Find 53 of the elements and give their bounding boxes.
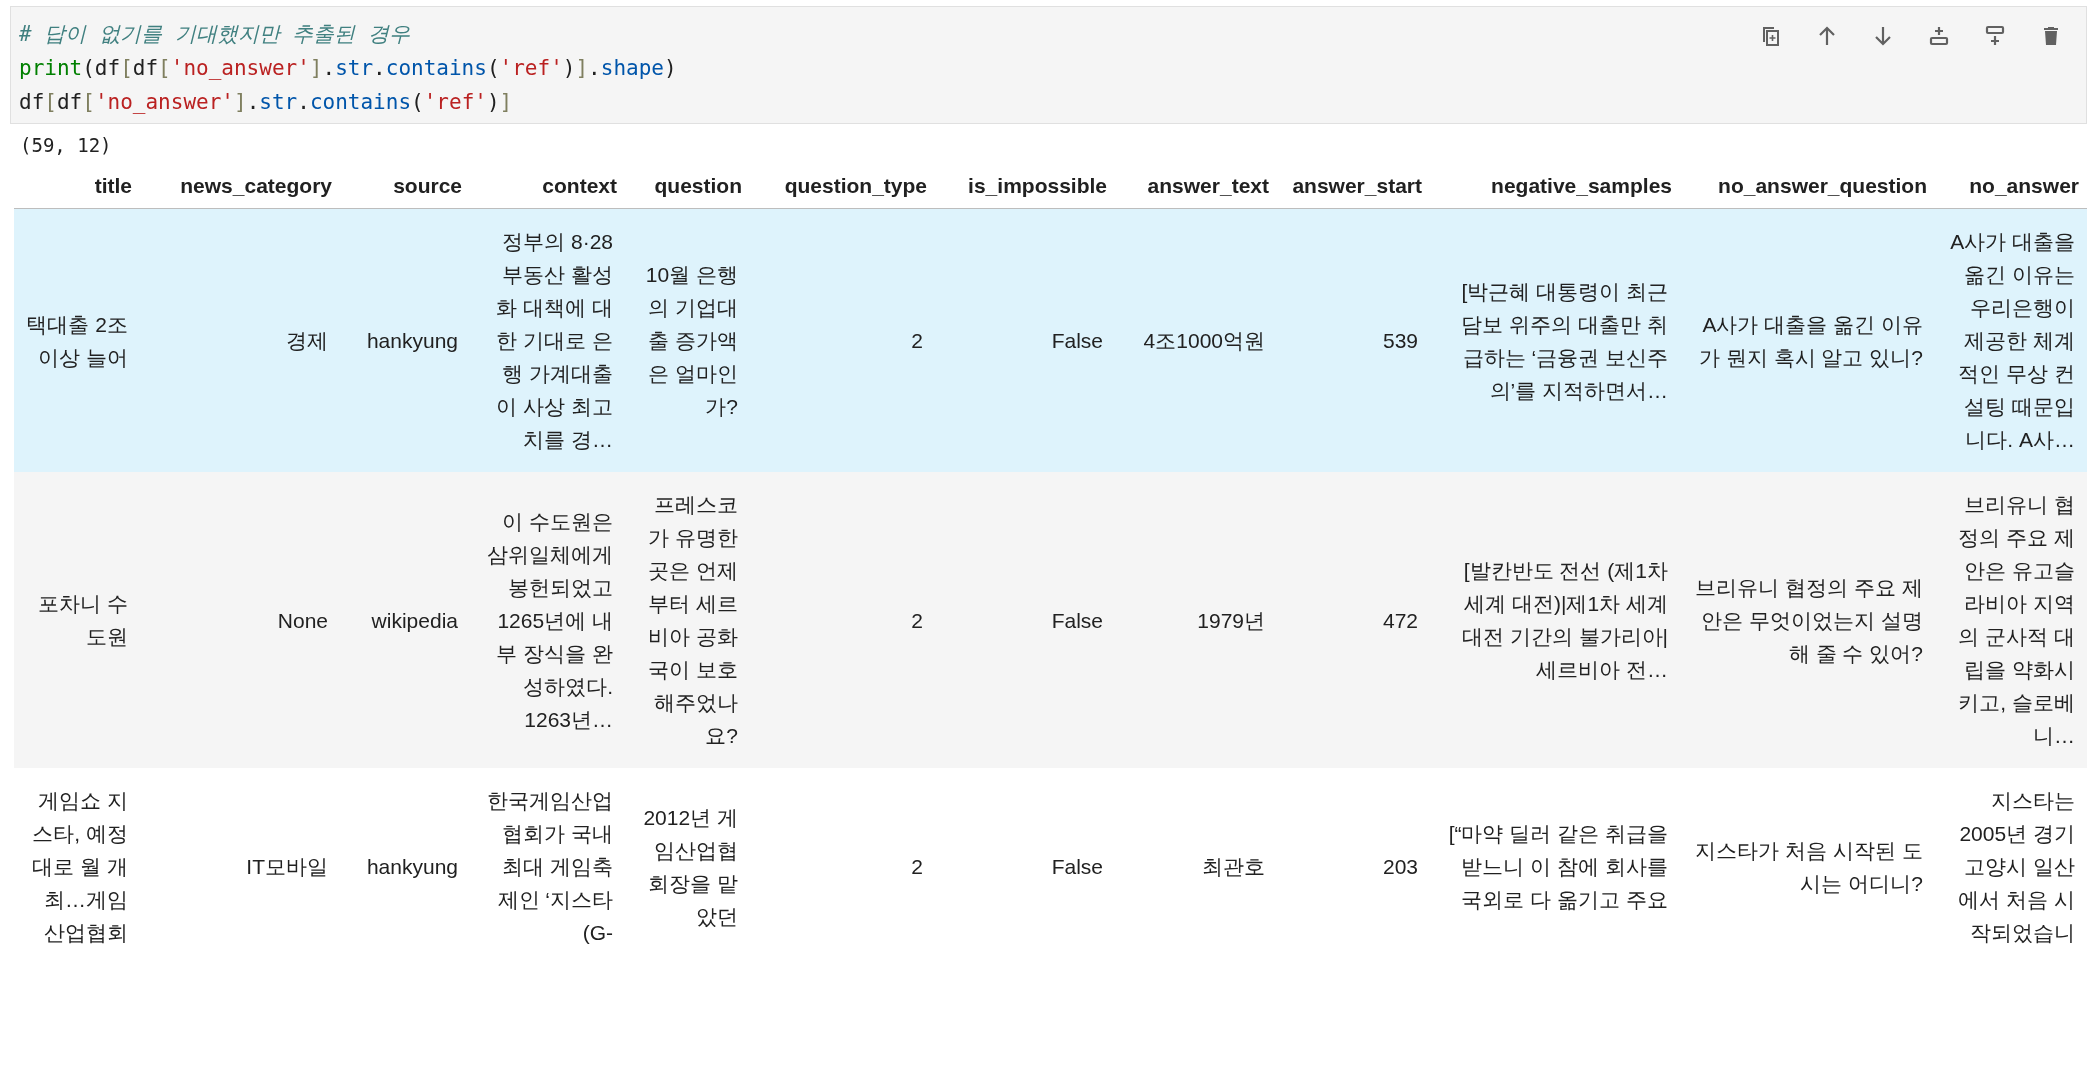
column-header: is_impossible (935, 168, 1115, 209)
table-cell: A사가 대출을 옮긴 이유가 뭔지 혹시 알고 있니? (1680, 208, 1935, 472)
table-cell: 한국게임산업협회가 국내 최대 게임축제인 ‘지스타(G- (470, 768, 625, 965)
table-cell: 지스타가 처음 시작된 도시는 어디니? (1680, 768, 1935, 965)
table-cell: 택대출 2조 이상 늘어 (14, 208, 140, 472)
table-cell: 정부의 8·28 부동산 활성화 대책에 대한 기대로 은행 가계대출이 사상 최고치를 경… (470, 208, 625, 472)
table-cell: [발칸반도 전선 (제1차 세계 대전)|제1차 세계 대전 기간의 불가리아|세르비아 전… (1430, 472, 1680, 768)
column-header: no_answer (1935, 168, 2087, 209)
table-cell: 2012년 게임산업협회장을 맡았던 (625, 768, 750, 965)
table-cell: 게임쇼 지스타, 예정대로 월 개최…게임산업협회 (14, 768, 140, 965)
table-cell: 472 (1277, 472, 1430, 768)
table-cell: False (935, 768, 1115, 965)
code-line: print(df[df['no_answer'].str.contains('ref')].shape) (19, 55, 677, 82)
table-cell: None (140, 472, 340, 768)
column-header: answer_text (1115, 168, 1277, 209)
code-cell[interactable]: # 답이 없기를 기대했지만 추출된 경우 print(df[df['no_answer'].str.contains('ref')].shape) df[df['no_answer'].str.contains('ref')] (10, 6, 2087, 124)
table-cell: 이 수도원은 삼위일체에게 봉헌되었고 1265년에 내부 장식을 완성하였다. 1263년… (470, 472, 625, 768)
table-cell: 203 (1277, 768, 1430, 965)
table-cell: 2 (750, 208, 935, 472)
table-cell: A사가 대출을 옮긴 이유는 우리은행이 제공한 체계적인 무상 컨설팅 때문입니다. A사… (1935, 208, 2087, 472)
table-cell: 경제 (140, 208, 340, 472)
table-cell: False (935, 472, 1115, 768)
column-header: source (340, 168, 470, 209)
table-cell: 최관호 (1115, 768, 1277, 965)
table-cell: 1979년 (1115, 472, 1277, 768)
output-text: (59, 12) (19, 133, 113, 158)
code-line: # 답이 없기를 기대했지만 추출된 경우 (19, 21, 411, 48)
table-cell: 2 (750, 472, 935, 768)
table-cell: 4조1000억원 (1115, 208, 1277, 472)
table-cell: hankyung (340, 208, 470, 472)
table-cell: False (935, 208, 1115, 472)
column-header: title (14, 168, 140, 209)
table-cell: 10월 은행의 기업대출 증가액은 얼마인가? (625, 208, 750, 472)
column-header: context (470, 168, 625, 209)
column-header: answer_start (1277, 168, 1430, 209)
column-header: question_type (750, 168, 935, 209)
table-cell: 포차니 수도원 (14, 472, 140, 768)
table-cell: 브리유니 협정의 주요 제안은 무엇이었는지 설명해 줄 수 있어? (1680, 472, 1935, 768)
table-cell: 프레스코가 유명한 곳은 언제부터 세르비아 공화국이 보호해주었나요? (625, 472, 750, 768)
table-cell: 2 (750, 768, 935, 965)
column-header: news_category (140, 168, 340, 209)
table-cell: 지스타는 2005년 경기 고양시 일산에서 처음 시작되었습니 (1935, 768, 2087, 965)
table-cell: 브리유니 협정의 주요 제안은 유고슬라비아 지역의 군사적 대립을 약화시키고, 슬로베니… (1935, 472, 2087, 768)
table-cell: wikipedia (340, 472, 470, 768)
column-header: negative_samples (1430, 168, 1680, 209)
column-header: no_answer_question (1680, 168, 1935, 209)
table-cell: [박근혜 대통령이 최근 담보 위주의 대출만 취급하는 ‘금융권 보신주의’를 지적하면서… (1430, 208, 1680, 472)
code-line: df[df['no_answer'].str.contains('ref')] (19, 89, 514, 116)
table-cell: hankyung (340, 768, 470, 965)
table-cell: [“마약 딜러 같은 취급을 받느니 이 참에 회사를 국외로 다 옮기고 주요 (1430, 768, 1680, 965)
table-cell: 539 (1277, 208, 1430, 472)
column-header: question (625, 168, 750, 209)
table-cell: IT모바일 (140, 768, 340, 965)
